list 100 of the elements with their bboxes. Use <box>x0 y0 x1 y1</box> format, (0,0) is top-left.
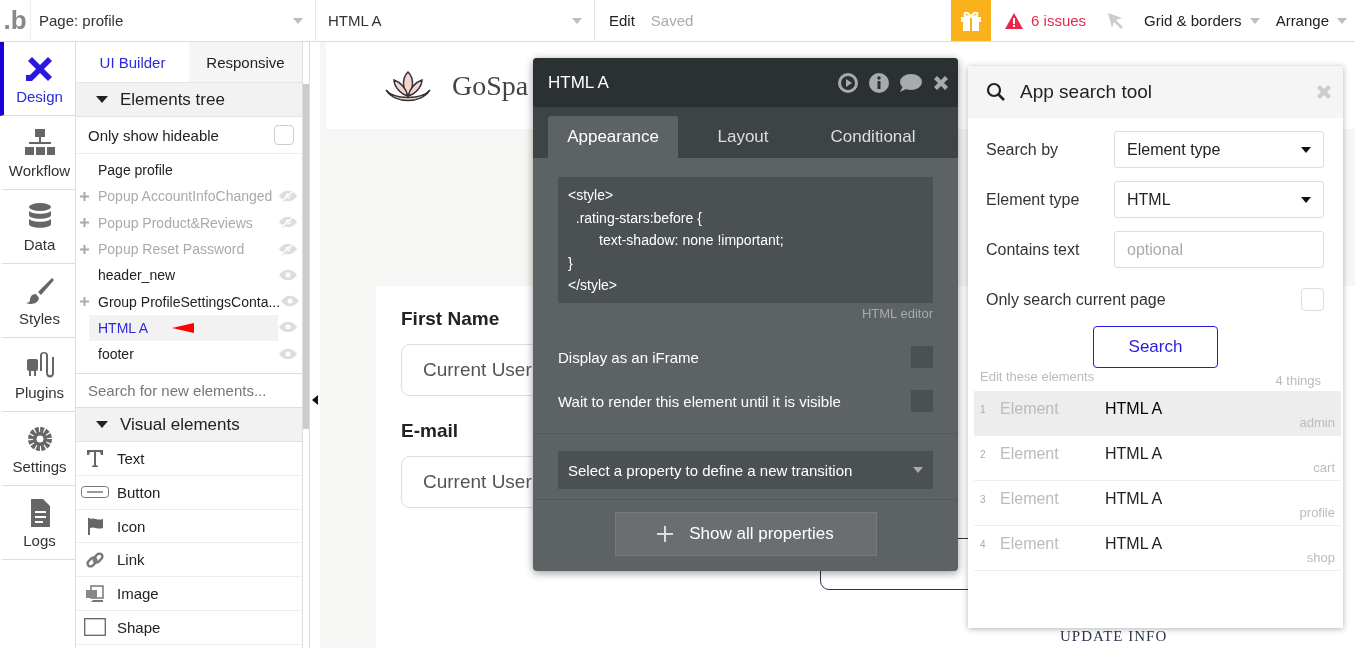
flag-icon <box>87 517 103 535</box>
result-page: cart <box>1313 460 1335 477</box>
element-item[interactable]: Shape <box>76 610 302 645</box>
code-editor[interactable]: <style> .rating-stars:before { text-shadow: none !important; } </style> <box>558 177 933 303</box>
result-page: profile <box>1299 505 1335 522</box>
close-icon[interactable] <box>932 73 950 92</box>
element-item[interactable]: Icon <box>76 509 302 544</box>
sidebar-tab[interactable]: Data <box>0 190 75 264</box>
tree-item[interactable]: Group ProfileSettingsConta... <box>89 288 281 315</box>
field-label: First Name <box>401 308 500 331</box>
link-icon <box>86 550 104 569</box>
caret-icon <box>1301 146 1311 153</box>
app-logo[interactable]: .b <box>0 0 31 41</box>
plus-icon[interactable] <box>80 191 89 201</box>
page-dropdown[interactable]: Page: profile <box>31 0 316 41</box>
result-row[interactable]: 4 Element HTML A shop <box>974 526 1341 571</box>
checkbox-label: Display as an iFrame <box>558 348 699 366</box>
result-row[interactable]: 3 Element HTML A profile <box>974 481 1341 526</box>
workflow-icon <box>23 126 56 157</box>
result-name: HTML A <box>1105 399 1164 419</box>
row-number: 1 <box>980 403 987 417</box>
plus-icon[interactable] <box>80 218 89 228</box>
brand-name[interactable]: GoSpa <box>452 69 529 102</box>
checkbox-label: Wait to render this element until it is visible <box>558 392 841 410</box>
caret-icon <box>1301 196 1311 203</box>
sidebar-tab[interactable]: Settings <box>0 412 75 486</box>
play-icon[interactable] <box>837 71 859 94</box>
arrange-menu[interactable]: Arrange <box>1267 0 1355 41</box>
caret-icon <box>293 17 303 24</box>
result-type: Element <box>1000 489 1060 509</box>
triangle-icon[interactable] <box>96 95 108 104</box>
section-header[interactable]: Visual elements <box>76 408 302 443</box>
sidebar-tab[interactable]: Logs <box>0 486 75 560</box>
editor-caption: HTML editor <box>861 306 933 321</box>
caret-icon <box>1337 17 1347 24</box>
result-name: HTML A <box>1105 534 1164 554</box>
sidebar-tab[interactable]: Workflow <box>0 116 75 190</box>
edit-menu[interactable]: Edit <box>595 0 641 41</box>
tree-item[interactable]: Page profile <box>89 157 298 184</box>
gift-button[interactable] <box>951 0 992 41</box>
element-item[interactable]: Text <box>76 442 302 477</box>
field-label: Search by <box>986 140 1060 159</box>
field-label: Element type <box>986 190 1081 209</box>
panel-title: HTML A <box>548 72 610 93</box>
tree-item[interactable]: HTML A <box>89 314 278 342</box>
result-name: HTML A <box>1105 444 1164 464</box>
info-icon[interactable] <box>868 71 890 94</box>
collapse-icon[interactable] <box>312 395 318 405</box>
panel-tab[interactable]: Responsive <box>189 42 302 83</box>
eye-icon[interactable] <box>278 321 298 335</box>
element-dropdown[interactable]: HTML A <box>316 0 595 41</box>
hidden-eye-icon[interactable] <box>278 216 298 230</box>
warning-icon <box>1005 12 1024 29</box>
sidebar-tab[interactable]: Plugins <box>0 338 75 412</box>
eye-icon[interactable] <box>280 295 301 309</box>
plus-icon[interactable] <box>80 297 89 307</box>
checkbox[interactable] <box>274 125 294 145</box>
plus-icon[interactable] <box>80 244 89 254</box>
caret-icon <box>572 17 582 24</box>
sidebar-tab[interactable]: Styles <box>0 264 75 338</box>
field-label: Contains text <box>986 240 1081 259</box>
transition-dropdown[interactable]: Select a property to define a new transition <box>558 451 933 489</box>
result-type: Element <box>1000 444 1060 464</box>
element-item[interactable]: Link <box>76 543 302 578</box>
tree-item[interactable]: footer <box>89 341 278 368</box>
checkbox-label: Only search current page <box>986 290 1166 309</box>
row-number: 3 <box>980 493 987 507</box>
results-caption: Edit these elements <box>980 369 1095 384</box>
search-button[interactable]: Search <box>1093 326 1218 368</box>
arrow-icon <box>172 322 195 333</box>
grid-menu[interactable]: Grid & borders <box>1136 0 1268 41</box>
dropdown[interactable]: Element type <box>1114 131 1324 168</box>
tree-item[interactable]: header_new <box>89 262 278 289</box>
panel-tab[interactable]: Appearance <box>548 116 678 158</box>
dropdown[interactable]: HTML <box>1114 181 1324 218</box>
eye-icon[interactable] <box>278 268 298 282</box>
triangle-icon[interactable] <box>96 420 108 429</box>
update-link[interactable]: UPDATE INFO <box>1060 628 1355 644</box>
panel-tab[interactable]: Layout <box>678 116 808 158</box>
element-item[interactable]: Image <box>76 577 302 611</box>
field-label: E-mail <box>401 420 459 443</box>
result-row[interactable]: 2 Element HTML A cart <box>974 436 1341 481</box>
text-icon <box>87 450 103 468</box>
show-all-button[interactable]: Show all properties <box>614 512 877 556</box>
section-header[interactable]: Elements tree <box>76 83 302 117</box>
element-item[interactable]: Button <box>76 476 302 510</box>
panel-tab[interactable]: Conditional <box>808 116 938 158</box>
checkbox[interactable] <box>1301 288 1324 311</box>
caret-icon <box>1249 17 1260 24</box>
caret-icon <box>913 467 923 473</box>
input-field[interactable]: optional <box>1114 231 1324 268</box>
hidden-eye-icon[interactable] <box>278 242 298 256</box>
hidden-eye-icon[interactable] <box>278 189 298 203</box>
comment-icon[interactable] <box>899 72 923 93</box>
shape-icon <box>84 618 106 637</box>
eye-icon[interactable] <box>278 347 298 361</box>
results-count: 4 things <box>1275 373 1321 388</box>
gift-icon <box>960 9 983 32</box>
save-status: Saved <box>649 11 695 31</box>
issues-button[interactable]: 6 issues <box>991 0 1097 41</box>
